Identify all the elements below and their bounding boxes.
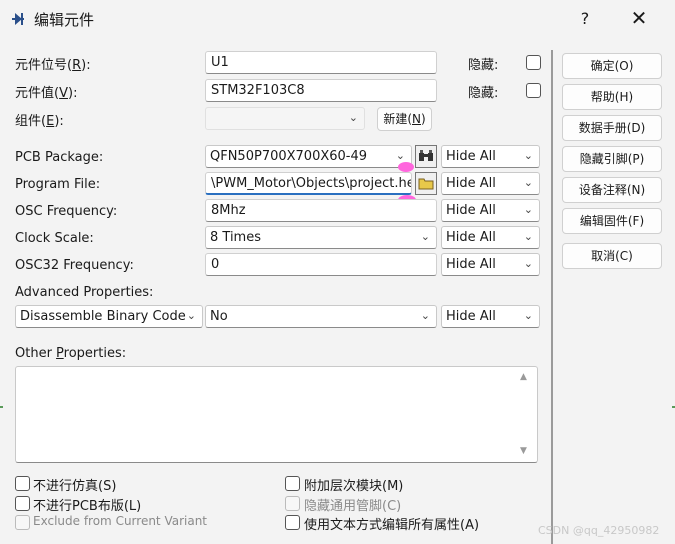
- chevron-down-icon: ⌄: [523, 149, 533, 162]
- advanced-property-value-select[interactable]: No ⌄: [205, 305, 437, 328]
- hide-common-pins-label: 隐藏通用管脚(C): [304, 499, 402, 514]
- clock-scale-value: 8 Times: [210, 230, 261, 245]
- chevron-down-icon: ⌄: [523, 230, 533, 243]
- edit-firmware-button[interactable]: 编辑固件(F): [562, 208, 662, 234]
- component-app-icon: [12, 13, 24, 25]
- advanced-property-value: No: [210, 309, 228, 324]
- chevron-down-icon: ⌄: [348, 111, 358, 124]
- clock-scale-select[interactable]: 8 Times ⌄: [205, 226, 437, 249]
- advanced-property-name-value: Disassemble Binary Code: [20, 309, 186, 324]
- osc32-frequency-visibility-select[interactable]: Hide All ⌄: [441, 253, 540, 276]
- pcb-package-label: PCB Package:: [15, 150, 104, 165]
- pcb-package-value: QFN50P700X700X60-49: [210, 149, 368, 164]
- background-wire: [0, 406, 3, 408]
- osc-frequency-label: OSC Frequency:: [15, 204, 118, 219]
- exclude-variant-checkbox: [15, 515, 30, 530]
- folder-icon[interactable]: [415, 172, 437, 195]
- exclude-simulation-checkbox[interactable]: [15, 476, 30, 491]
- osc32-frequency-label: OSC32 Frequency:: [15, 258, 134, 273]
- part-reference-input[interactable]: U1: [205, 51, 437, 74]
- binoculars-icon[interactable]: [415, 145, 437, 168]
- osc-frequency-visibility-value: Hide All: [446, 203, 496, 218]
- chevron-down-icon: ⌄: [523, 176, 533, 189]
- pcb-package-select[interactable]: QFN50P700X700X60-49 ⌄: [205, 145, 412, 168]
- advanced-property-visibility-value: Hide All: [446, 309, 496, 324]
- advanced-properties-label: Advanced Properties:: [15, 285, 154, 300]
- part-reference-label: 元件位号(R):: [15, 58, 91, 73]
- scroll-down-icon[interactable]: ▼: [520, 446, 527, 456]
- part-value-label: 元件值(V):: [15, 86, 78, 101]
- device-notes-button[interactable]: 设备注释(N): [562, 177, 662, 203]
- osc32-frequency-input[interactable]: 0: [205, 253, 437, 276]
- datasheet-button[interactable]: 数据手册(D): [562, 115, 662, 141]
- attach-hierarchy-label: 附加层次模块(M): [304, 479, 404, 494]
- advanced-property-name-select[interactable]: Disassemble Binary Code ⌄: [15, 305, 203, 328]
- ok-button[interactable]: 确定(O): [562, 53, 662, 79]
- edit-as-text-checkbox[interactable]: [285, 515, 300, 530]
- cancel-button[interactable]: 取消(C): [562, 243, 662, 269]
- chevron-down-icon: ⌄: [186, 309, 196, 322]
- chevron-down-icon: ⌄: [523, 309, 533, 322]
- watermark-text: CSDN @qq_42950982: [538, 524, 660, 537]
- new-group-button[interactable]: 新建(N): [377, 107, 432, 131]
- osc-frequency-visibility-select[interactable]: Hide All ⌄: [441, 199, 540, 222]
- window-title: 编辑元件: [34, 11, 95, 29]
- exclude-pcb-label: 不进行PCB布版(L): [33, 499, 142, 514]
- pcb-package-visibility-select[interactable]: Hide All ⌄: [441, 145, 540, 168]
- hidden-label-value: 隐藏:: [468, 86, 499, 101]
- exclude-simulation-label: 不进行仿真(S): [33, 479, 117, 494]
- program-file-input[interactable]: \PWM_Motor\Objects\project.hex: [205, 172, 412, 195]
- program-file-visibility-select[interactable]: Hide All ⌄: [441, 172, 540, 195]
- other-properties-textarea[interactable]: [15, 366, 538, 463]
- chevron-down-icon: ⌄: [523, 257, 533, 270]
- scroll-up-icon[interactable]: ▲: [520, 372, 527, 382]
- highlight-marker: [398, 162, 414, 172]
- chevron-down-icon: ⌄: [420, 230, 430, 243]
- pcb-package-visibility-value: Hide All: [446, 149, 496, 164]
- osc32-frequency-visibility-value: Hide All: [446, 257, 496, 272]
- program-file-label: Program File:: [15, 177, 101, 192]
- hidden-pins-button[interactable]: 隐藏引脚(P): [562, 146, 662, 172]
- hide-value-checkbox[interactable]: [526, 83, 541, 98]
- chevron-down-icon: ⌄: [523, 203, 533, 216]
- group-select[interactable]: ⌄: [205, 107, 365, 130]
- help-button[interactable]: 帮助(H): [562, 84, 662, 110]
- osc-frequency-input[interactable]: 8Mhz: [205, 199, 437, 222]
- attach-hierarchy-checkbox[interactable]: [285, 476, 300, 491]
- exclude-pcb-checkbox[interactable]: [15, 496, 30, 511]
- exclude-variant-label: Exclude from Current Variant: [33, 514, 208, 528]
- help-icon[interactable]: ?: [572, 6, 598, 32]
- chevron-down-icon: ⌄: [395, 149, 405, 162]
- edit-as-text-label: 使用文本方式编辑所有属性(A): [304, 518, 480, 533]
- hidden-label-ref: 隐藏:: [468, 58, 499, 73]
- close-icon[interactable]: ✕: [624, 6, 654, 32]
- vertical-separator: [551, 50, 553, 544]
- chevron-down-icon: ⌄: [420, 309, 430, 322]
- group-label: 组件(E):: [15, 114, 64, 129]
- hide-common-pins-checkbox: [285, 496, 300, 511]
- clock-scale-label: Clock Scale:: [15, 231, 94, 246]
- hide-ref-checkbox[interactable]: [526, 55, 541, 70]
- part-value-input[interactable]: STM32F103C8: [205, 79, 437, 102]
- advanced-property-visibility-select[interactable]: Hide All ⌄: [441, 305, 540, 328]
- clock-scale-visibility-value: Hide All: [446, 230, 496, 245]
- other-properties-label: Other Properties:: [15, 346, 127, 361]
- clock-scale-visibility-select[interactable]: Hide All ⌄: [441, 226, 540, 249]
- program-file-visibility-value: Hide All: [446, 176, 496, 191]
